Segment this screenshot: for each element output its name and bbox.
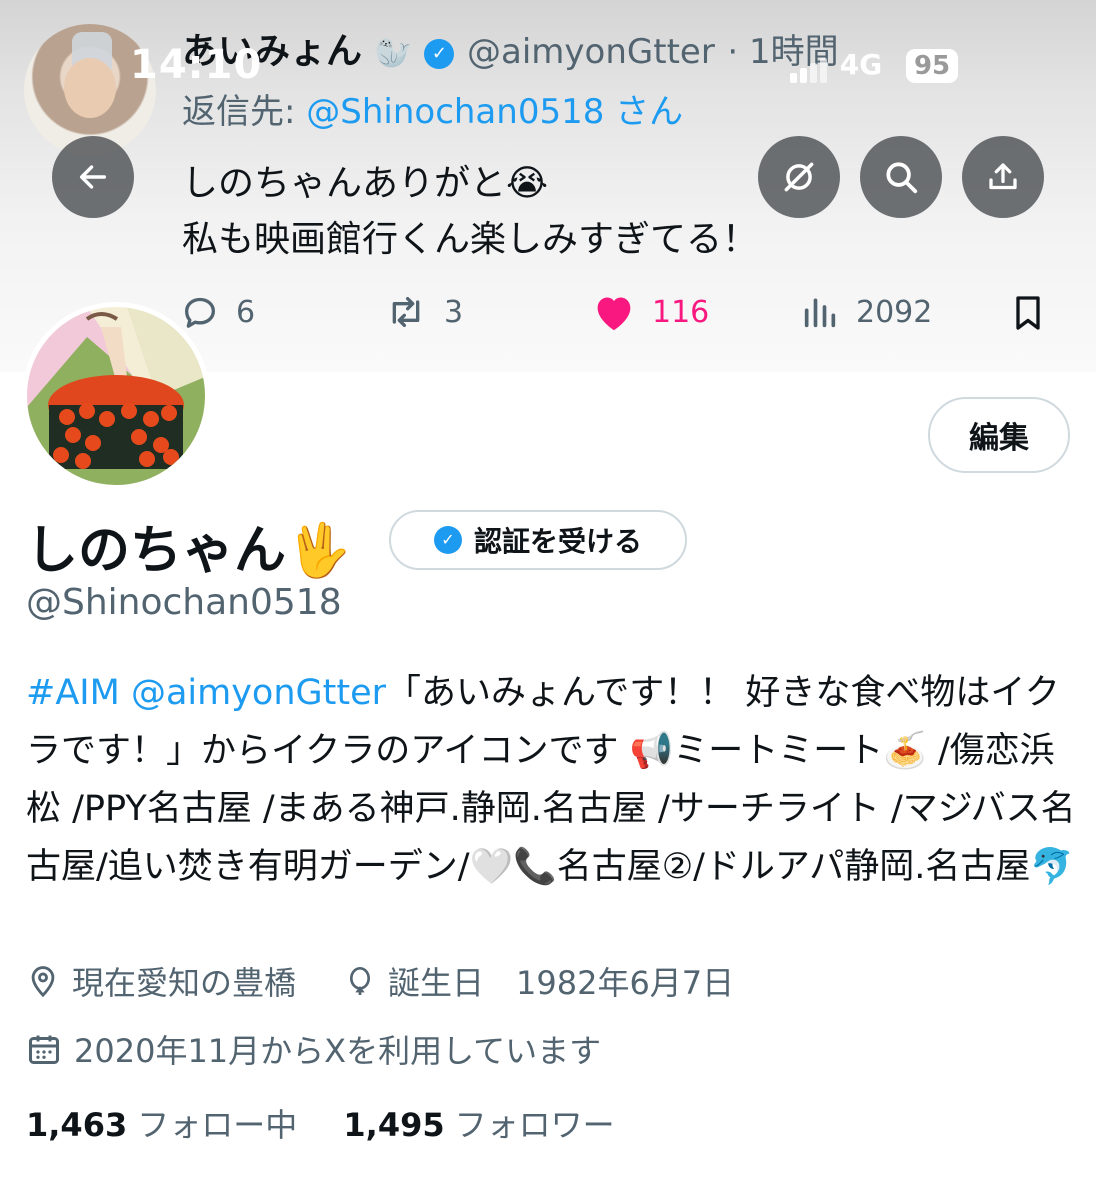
profile-location: 現在愛知の豊橋 [26, 958, 296, 1004]
share-button[interactable] [962, 136, 1044, 218]
back-button[interactable] [52, 136, 134, 218]
profile-avatar-ikura[interactable] [22, 302, 210, 490]
status-bar-indicators: 4G 95 [790, 48, 959, 83]
verified-badge-icon: ✓ [424, 39, 455, 69]
location-text: 現在愛知の豊橋 [72, 964, 297, 1002]
profile-joined: 2020年11月からXを利用しています [26, 1026, 601, 1072]
views-count: 2092 [856, 294, 933, 330]
joined-text: 2020年11月からXを利用しています [74, 1032, 602, 1070]
profile-display-name: しのちゃん🖖 [26, 521, 351, 581]
birthday-text: 誕生日 1982年6月7日 [388, 964, 735, 1002]
share-icon [989, 163, 1017, 190]
seal-emoji: 🦭 [374, 36, 412, 71]
tweet-text-line-2: 私も映画館行くん楽しみすぎてる！ [182, 219, 759, 260]
calendar-icon [29, 1035, 59, 1064]
avatar-face [64, 58, 116, 118]
reply-suffix: さん [604, 92, 684, 132]
retweet-action[interactable]: 3 [384, 292, 463, 332]
location-pin-icon [31, 966, 55, 998]
get-verified-button[interactable]: ✓ 認証を受ける [389, 510, 687, 570]
reply-icon [185, 297, 215, 328]
followers-link[interactable]: 1,495 フォロワー [343, 1106, 614, 1144]
reply-mention-link[interactable]: @Shinochan0518 [306, 92, 604, 132]
following-label: フォロー中 [137, 1106, 298, 1144]
balloon-icon [350, 967, 370, 995]
followers-count: 1,495 [343, 1106, 445, 1144]
network-type: 4G [839, 48, 883, 81]
profile-handle: @Shinochan0518 [26, 582, 342, 623]
bio-hashtag-link[interactable]: #AIM [26, 673, 120, 713]
back-arrow-icon [79, 165, 107, 189]
tweet-author-line[interactable]: あいみょん 🦭 ✓ @aimyonGtter · 1時間 [182, 22, 839, 74]
reply-to-line: 返信先: @Shinochan0518 さん [182, 84, 683, 133]
followers-label: フォロワー [454, 1106, 615, 1144]
ikura-sushi-illustration [27, 307, 205, 485]
reply-prefix: 返信先: [182, 92, 307, 132]
retweet-count: 3 [444, 294, 464, 330]
like-count: 116 [652, 294, 710, 330]
verified-badge-icon: ✓ [433, 526, 462, 554]
status-bar-time: 14:10 [130, 42, 263, 88]
search-button[interactable] [860, 136, 942, 218]
reply-count: 6 [236, 294, 256, 330]
profile-bio: #AIM @aimyonGtter「あいみょんです！！ 好きな食べ物はイクラです… [26, 664, 1076, 896]
reply-action[interactable]: 6 [180, 292, 255, 332]
bookmark-icon [1016, 296, 1040, 330]
tweet-author-handle[interactable]: @aimyonGtter [467, 32, 715, 72]
views-chart-icon [804, 298, 836, 328]
tweet-text: しのちゃんありがと😭 私も映画館行くん楽しみすぎてる！ [182, 156, 758, 268]
grok-icon [784, 162, 814, 192]
following-count: 1,463 [26, 1106, 128, 1144]
bookmark-action[interactable] [1008, 292, 1064, 334]
battery-indicator: 95 [905, 49, 959, 83]
search-icon [886, 162, 918, 194]
views-action[interactable]: 2092 [800, 292, 932, 332]
edit-profile-button[interactable]: 編集 [928, 397, 1070, 473]
grok-button[interactable] [758, 136, 840, 218]
heart-icon [597, 297, 631, 331]
following-link[interactable]: 1,463 フォロー中 [26, 1106, 297, 1144]
like-action[interactable]: 116 [592, 292, 709, 332]
profile-birthday: 誕生日 1982年6月7日 [344, 958, 734, 1004]
signal-icon [790, 50, 830, 83]
tweet-text-line-1: しのちゃんありがと😭 [182, 163, 549, 204]
bio-mention-link[interactable]: @aimyonGtter [131, 673, 386, 713]
retweet-icon [392, 297, 420, 327]
follow-stats: 1,463 フォロー中 1,495 フォロワー [26, 1100, 615, 1146]
get-verified-label: 認証を受ける [473, 525, 642, 558]
